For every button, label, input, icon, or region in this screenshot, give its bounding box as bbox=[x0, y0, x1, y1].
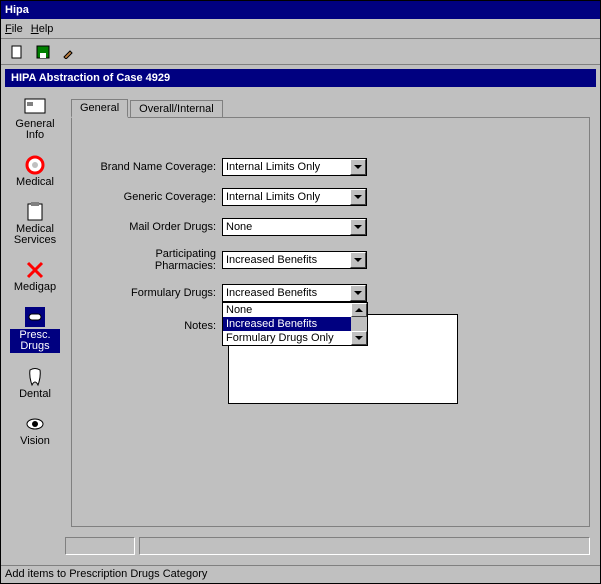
status-cell-1 bbox=[65, 537, 135, 555]
chevron-down-icon[interactable] bbox=[350, 285, 366, 301]
toolbar-button-3[interactable] bbox=[59, 42, 79, 62]
toolbar bbox=[1, 39, 600, 65]
combo-brand-coverage[interactable]: Internal Limits Only bbox=[222, 158, 367, 176]
chevron-down-icon[interactable] bbox=[350, 252, 366, 268]
inset-statusbar bbox=[65, 537, 590, 555]
app-window: Hipa File Help HIPA Abstraction of Case … bbox=[0, 0, 601, 584]
combo-participating[interactable]: Increased Benefits bbox=[222, 251, 367, 269]
save-icon bbox=[36, 45, 50, 59]
tab-overall-internal[interactable]: Overall/Internal bbox=[130, 100, 223, 117]
toolbar-button-1[interactable] bbox=[7, 42, 27, 62]
tool-icon bbox=[62, 45, 76, 59]
dropdown-option[interactable]: Formulary Drugs Only bbox=[223, 331, 367, 345]
sidebar-item-vision[interactable]: Vision bbox=[10, 414, 60, 447]
dropdown-scrollbar[interactable] bbox=[351, 303, 367, 345]
tab-general[interactable]: General bbox=[71, 99, 128, 118]
combo-value: Internal Limits Only bbox=[223, 191, 350, 203]
combo-value: Increased Benefits bbox=[223, 287, 350, 299]
combo-mail-order[interactable]: None bbox=[222, 218, 367, 236]
window-titlebar: Hipa bbox=[1, 1, 600, 19]
combo-value: Internal Limits Only bbox=[223, 161, 350, 173]
main-panel: General Overall/Internal Brand Name Cove… bbox=[65, 91, 596, 561]
sidebar-item-label: Presc. Drugs bbox=[10, 329, 60, 353]
tooth-icon bbox=[25, 367, 45, 387]
window-title: Hipa bbox=[5, 4, 29, 16]
sidebar-item-medigap[interactable]: Medigap bbox=[10, 260, 60, 293]
sidebar-item-label: Medical Services bbox=[14, 223, 56, 246]
dropdown-option[interactable]: Increased Benefits bbox=[223, 317, 367, 331]
sidebar-item-label: Dental bbox=[19, 388, 51, 400]
sidebar-item-general-info[interactable]: General Info bbox=[10, 97, 60, 141]
menu-file[interactable]: File bbox=[5, 23, 23, 35]
clipboard-icon bbox=[25, 202, 45, 222]
scroll-up-icon[interactable] bbox=[351, 303, 367, 317]
label-notes: Notes: bbox=[92, 320, 222, 332]
label-generic-coverage: Generic Coverage: bbox=[92, 191, 222, 203]
label-mail-order: Mail Order Drugs: bbox=[92, 221, 222, 233]
row-participating: Participating Pharmacies: Increased Bene… bbox=[92, 248, 569, 272]
sidebar-item-medical-services[interactable]: Medical Services bbox=[10, 202, 60, 246]
document-icon bbox=[10, 45, 24, 59]
sidebar: General Info Medical Medical Services Me… bbox=[5, 91, 65, 561]
combo-value: None bbox=[223, 221, 350, 233]
row-brand-coverage: Brand Name Coverage: Internal Limits Onl… bbox=[92, 158, 569, 176]
pill-icon bbox=[25, 307, 45, 327]
combo-formulary[interactable]: Increased Benefits None Increased Benefi… bbox=[222, 284, 367, 302]
tab-panel-general: Brand Name Coverage: Internal Limits Onl… bbox=[71, 117, 590, 527]
status-text: Add items to Prescription Drugs Category bbox=[5, 568, 207, 580]
label-brand-coverage: Brand Name Coverage: bbox=[92, 161, 222, 173]
lifesaver-icon bbox=[25, 155, 45, 175]
tabstrip: General Overall/Internal bbox=[71, 97, 590, 117]
row-generic-coverage: Generic Coverage: Internal Limits Only bbox=[92, 188, 569, 206]
statusbar: Add items to Prescription Drugs Category bbox=[1, 565, 600, 583]
dropdown-option[interactable]: None bbox=[223, 303, 367, 317]
chevron-down-icon[interactable] bbox=[350, 219, 366, 235]
row-mail-order: Mail Order Drugs: None bbox=[92, 218, 569, 236]
inner-title: HIPA Abstraction of Case 4929 bbox=[11, 72, 170, 84]
sidebar-item-label: Medical bbox=[16, 176, 54, 188]
inner-titlebar: HIPA Abstraction of Case 4929 bbox=[5, 69, 596, 87]
chevron-down-icon[interactable] bbox=[350, 159, 366, 175]
sidebar-item-label: Medigap bbox=[14, 281, 56, 293]
dropdown-formulary: None Increased Benefits Formulary Drugs … bbox=[222, 302, 368, 346]
row-formulary: Formulary Drugs: Increased Benefits None… bbox=[92, 284, 569, 302]
combo-generic-coverage[interactable]: Internal Limits Only bbox=[222, 188, 367, 206]
x-icon bbox=[25, 260, 45, 280]
chevron-down-icon[interactable] bbox=[350, 189, 366, 205]
label-participating: Participating Pharmacies: bbox=[92, 248, 222, 272]
sidebar-item-dental[interactable]: Dental bbox=[10, 367, 60, 400]
label-formulary: Formulary Drugs: bbox=[92, 287, 222, 299]
menu-help[interactable]: Help bbox=[31, 23, 54, 35]
sidebar-item-label: Vision bbox=[20, 435, 50, 447]
status-cell-2 bbox=[139, 537, 590, 555]
menubar: File Help bbox=[1, 19, 600, 39]
eye-icon bbox=[25, 414, 45, 434]
scroll-down-icon[interactable] bbox=[351, 331, 367, 345]
combo-value: Increased Benefits bbox=[223, 254, 350, 266]
sidebar-item-medical[interactable]: Medical bbox=[10, 155, 60, 188]
card-icon bbox=[23, 97, 47, 117]
sidebar-item-presc-drugs[interactable]: Presc. Drugs bbox=[10, 307, 60, 353]
toolbar-button-2[interactable] bbox=[33, 42, 53, 62]
body-area: General Info Medical Medical Services Me… bbox=[5, 91, 596, 561]
sidebar-item-label: General Info bbox=[15, 118, 54, 141]
